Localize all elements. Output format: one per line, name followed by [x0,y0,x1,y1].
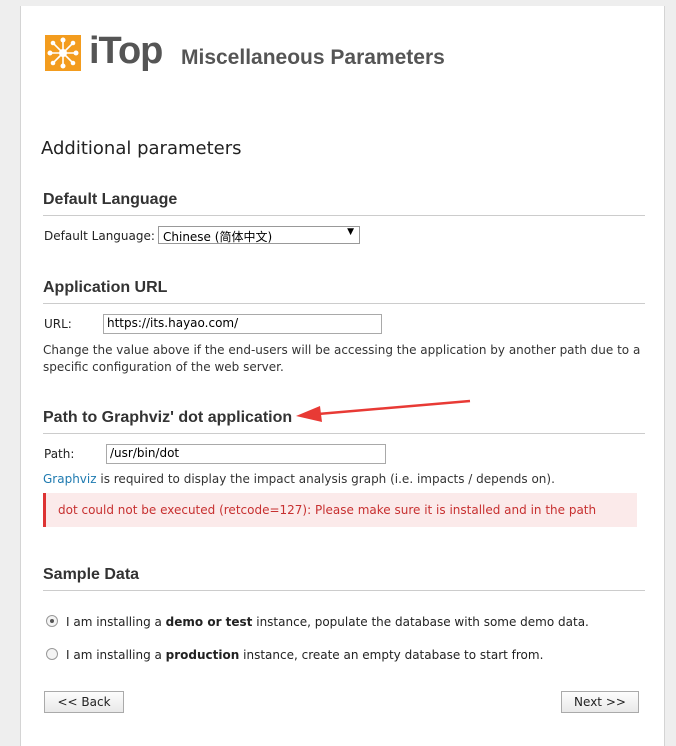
annotation-arrow-icon [296,399,471,422]
